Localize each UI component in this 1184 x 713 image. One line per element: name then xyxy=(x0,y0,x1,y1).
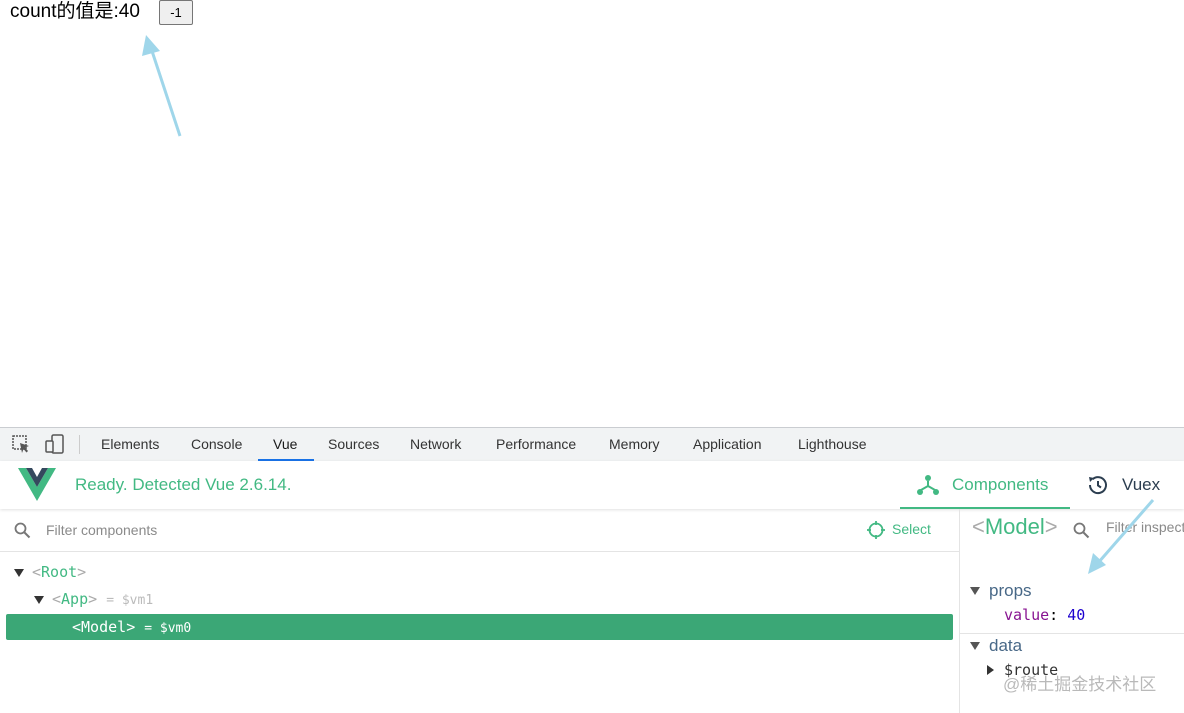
search-icon xyxy=(1073,522,1090,539)
title-name: Model xyxy=(984,514,1045,539)
inspect-element-icon[interactable] xyxy=(10,433,32,455)
devtools-tabbar: Elements Console Vue Sources Network Per… xyxy=(0,427,1184,462)
annotation-arrow-count xyxy=(142,35,182,137)
vuex-label: Vuex xyxy=(1122,475,1161,494)
tree-node-name: Root xyxy=(41,563,78,581)
components-tab-button[interactable]: Components xyxy=(900,461,1070,509)
tree-bracket-close: > xyxy=(77,563,87,581)
vue-logo-icon xyxy=(18,468,56,501)
component-tree-pane: Select <Root> <App> = $vm1 <Model> = $vm… xyxy=(0,509,959,713)
tab-performance[interactable]: Performance xyxy=(496,428,576,461)
component-filter-bar: Select xyxy=(0,509,959,552)
status-text: Ready. Detected Vue 2.6.14. xyxy=(75,475,292,494)
watermark-text: @稀土掘金技术社区 xyxy=(1003,675,1157,694)
tree-node-name: App xyxy=(61,590,89,608)
target-icon xyxy=(867,521,885,539)
tab-application[interactable]: Application xyxy=(693,428,762,461)
props-expand-icon[interactable] xyxy=(970,587,980,595)
tree-bracket-close: > xyxy=(126,618,136,636)
prop-value[interactable]: 40 xyxy=(1067,606,1085,624)
data-expand-icon[interactable] xyxy=(970,642,980,650)
tree-bracket-open: < xyxy=(32,563,42,581)
title-bracket-open: < xyxy=(972,514,985,539)
select-label: Select xyxy=(892,521,931,537)
filter-inspected-input[interactable]: Filter inspected data xyxy=(1106,519,1184,535)
tree-node-model[interactable]: <Model> = $vm0 xyxy=(6,614,953,640)
tab-network[interactable]: Network xyxy=(410,428,461,461)
history-icon xyxy=(1088,476,1107,495)
device-toolbar-icon[interactable] xyxy=(44,433,66,455)
tree-node-vm: = $vm0 xyxy=(144,621,192,636)
prop-key: value xyxy=(1004,606,1050,624)
tree-node-root[interactable]: <Root> xyxy=(14,559,86,585)
tree-bracket-open: < xyxy=(52,590,62,608)
tab-lighthouse[interactable]: Lighthouse xyxy=(798,428,867,461)
filter-components-input[interactable] xyxy=(46,519,446,541)
tree-node-vm: = $vm1 xyxy=(106,593,154,608)
tab-vue[interactable]: Vue xyxy=(273,428,297,461)
tab-console[interactable]: Console xyxy=(191,428,242,461)
inspected-component-title: <Model> xyxy=(972,514,1058,540)
prop-row-value: value: 40 xyxy=(1004,606,1085,624)
tab-memory[interactable]: Memory xyxy=(609,428,660,461)
tree-bracket-close: > xyxy=(88,590,98,608)
title-bracket-close: > xyxy=(1044,514,1058,539)
prop-separator: : xyxy=(1049,606,1059,624)
expand-triangle-icon[interactable] xyxy=(34,595,44,604)
vuex-tab-button[interactable]: Vuex xyxy=(1070,461,1184,509)
vue-devtools-header: Ready. Detected Vue 2.6.14. Components V… xyxy=(0,461,1184,509)
tabbar-divider xyxy=(79,435,80,454)
tree-node-app[interactable]: <App> = $vm1 xyxy=(34,586,153,612)
components-icon xyxy=(917,475,939,495)
tree-bracket-open: < xyxy=(72,618,82,636)
components-label: Components xyxy=(952,475,1049,494)
expand-triangle-icon[interactable] xyxy=(14,568,24,577)
tree-node-name: Model xyxy=(81,618,127,636)
section-divider xyxy=(960,633,1184,634)
tab-elements[interactable]: Elements xyxy=(101,428,159,461)
props-section-label[interactable]: props xyxy=(989,581,1032,601)
search-icon xyxy=(14,522,31,539)
tab-sources[interactable]: Sources xyxy=(328,428,379,461)
route-expand-icon[interactable] xyxy=(987,665,994,675)
data-section-label[interactable]: data xyxy=(989,636,1022,656)
